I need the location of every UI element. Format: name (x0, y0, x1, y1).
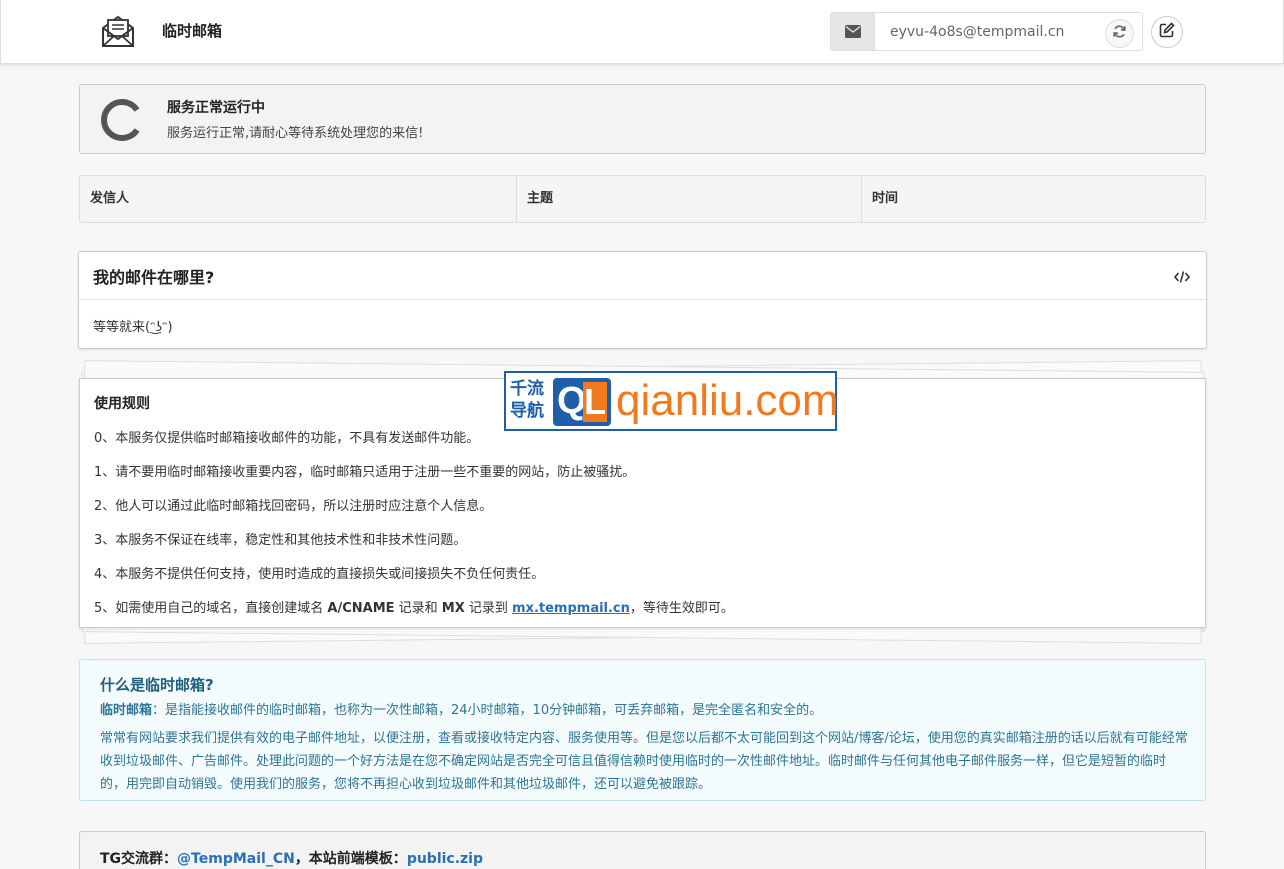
what-is-temp-mail-panel: 什么是临时邮箱? 临时邮箱：是指能接收邮件的临时邮箱，也称为一次性邮箱，24小时… (79, 659, 1206, 801)
watermark-cn-line: 千流 (510, 379, 544, 399)
separator-text: ，本站前端模板： (294, 851, 407, 867)
column-header-time: 时间 (861, 176, 1205, 222)
email-address-field[interactable]: eyvu-4o8s@tempmail.cn (875, 12, 1143, 51)
rules-title: 使用规则 (94, 396, 150, 412)
watermark-logo: 千流 导航 Q L qianliu.com (504, 371, 839, 431)
watermark-ql-mark: Q L (553, 378, 611, 426)
envelope-icon (830, 12, 875, 51)
code-icon[interactable] (1173, 269, 1191, 288)
app-title: 临时邮箱 (162, 22, 223, 40)
rule-item: 4、本服务不提供任何支持，使用时造成的直接损失或间接损失不负任何责任。 (94, 567, 545, 582)
rule-item: 3、本服务不保证在线率，稳定性和其他技术性和非技术性问题。 (94, 533, 467, 548)
service-status-panel (79, 84, 1206, 154)
telegram-group-link[interactable]: @TempMail_CN (177, 851, 295, 867)
status-title: 服务正常运行中 (167, 100, 265, 116)
rule-text: 记录到 (464, 601, 513, 616)
column-header-sender: 发信人 (90, 191, 130, 206)
edit-address-button[interactable] (1151, 16, 1183, 48)
rule-text: 5、如需使用自己的域名，直接创建域名 (94, 601, 328, 616)
status-message: 服务运行正常,请耐心等待系统处理您的来信! (167, 126, 424, 141)
info-title: 什么是临时邮箱? (100, 676, 214, 694)
envelope-open-icon (100, 14, 136, 48)
rule-text: ，等待生效即可。 (629, 601, 734, 616)
community-links: TG交流群：@TempMail_CN，本站前端模板：public.zip (100, 848, 483, 868)
rule-item: 2、他人可以通过此临时邮箱找回密码，所以注册时应注意个人信息。 (94, 499, 493, 514)
rule-item-custom-domain: 5、如需使用自己的域名，直接创建域名 A/CNAME 记录和 MX 记录到 mx… (94, 597, 734, 616)
rule-item: 0、本服务仅提供临时邮箱接收邮件的功能，不具有发送邮件功能。 (94, 431, 480, 446)
card-title: 我的邮件在哪里? (93, 268, 215, 287)
card-body-text: 等等就来(ᵔ͜ʖᵔ) (93, 320, 173, 335)
email-address-group: eyvu-4o8s@tempmail.cn (830, 12, 1143, 51)
inbox-table: 发信人 主题 时间 (79, 175, 1206, 223)
community-links-panel: TG交流群：@TempMail_CN，本站前端模板：public.zip (79, 831, 1206, 869)
refresh-icon (1112, 24, 1127, 43)
mx-host-link[interactable]: mx.tempmail.cn (512, 601, 630, 616)
rule-item: 1、请不要用临时邮箱接收重要内容，临时邮箱只适用于注册一些不重要的网站，防止被骚… (94, 465, 636, 480)
column-header-subject: 主题 (516, 176, 861, 222)
watermark-cn-text: 千流 导航 (510, 378, 554, 422)
edit-icon (1159, 22, 1175, 42)
where-is-mail-card: 我的邮件在哪里? 等等就来(ᵔ͜ʖᵔ) (78, 251, 1207, 349)
tg-label: TG交流群： (100, 851, 178, 867)
watermark-cn-line: 导航 (510, 401, 544, 421)
rule-text: 记录和 (394, 601, 442, 616)
record-type: A/CNAME (327, 601, 395, 616)
loading-spinner-icon (99, 98, 143, 142)
template-download-link[interactable]: public.zip (407, 851, 483, 867)
record-type: MX (441, 601, 465, 616)
watermark-domain: qianliu.com (616, 376, 839, 425)
watermark-l: L (583, 381, 607, 422)
card-header: 我的邮件在哪里? (79, 252, 1206, 300)
top-navbar: 临时邮箱 eyvu-4o8s@tempmail.cn (0, 0, 1284, 64)
info-definition-text: ：是指能接收邮件的临时邮箱，也称为一次性邮箱，24小时邮箱，10分钟邮箱，可丢弃… (152, 703, 823, 718)
refresh-button[interactable] (1105, 19, 1134, 48)
info-term: 临时邮箱 (100, 703, 153, 718)
email-address-value[interactable]: eyvu-4o8s@tempmail.cn (890, 24, 1064, 40)
info-definition: 临时邮箱：是指能接收邮件的临时邮箱，也称为一次性邮箱，24小时邮箱，10分钟邮箱… (100, 699, 822, 718)
info-paragraph: 常常有网站要求我们提供有效的电子邮件地址，以便注册，查看或接收特定内容、服务使用… (100, 731, 1188, 792)
